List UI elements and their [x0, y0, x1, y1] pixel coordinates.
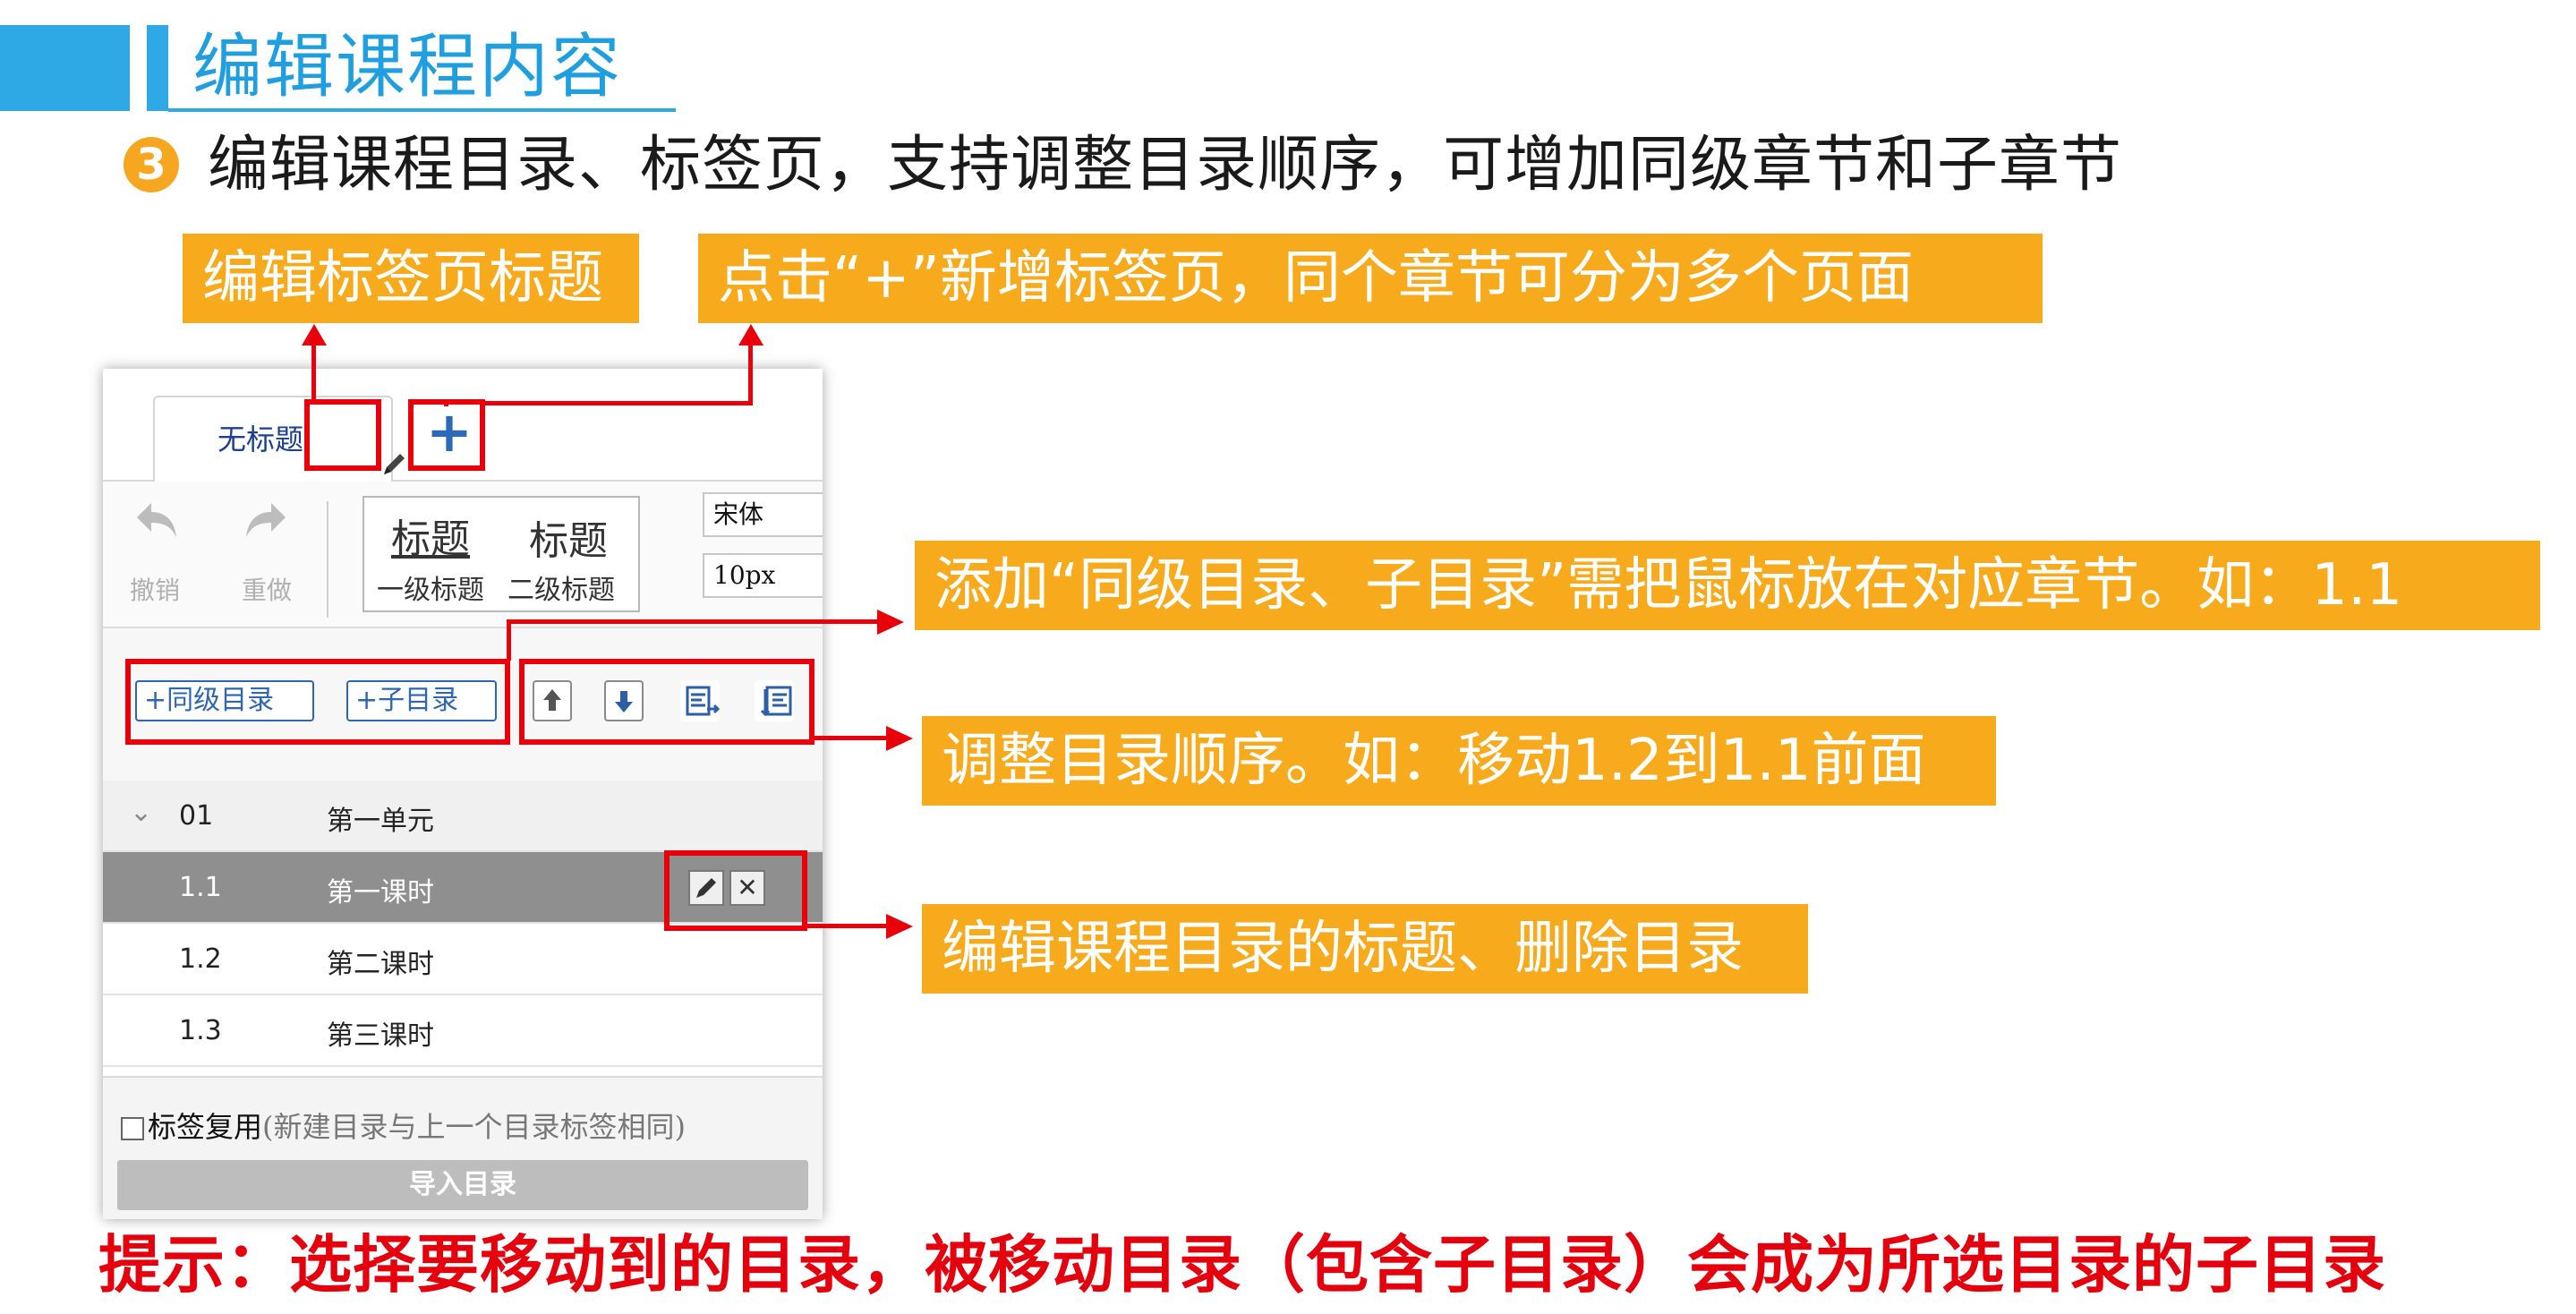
highlight-add-buttons	[125, 659, 510, 745]
row-title: 第一单元	[327, 806, 434, 837]
redo-icon[interactable]	[239, 494, 293, 560]
connector	[813, 736, 890, 740]
list-item[interactable]: 1.2 第二课时	[103, 924, 823, 995]
highlight-add-tab	[408, 399, 485, 471]
heading-style-picker: 标题 一级标题 标题 二级标题	[363, 496, 640, 612]
tip-text: 提示：选择要移动到的目录，被移动目录（包含子目录）会成为所选目录的子目录	[98, 1228, 2386, 1301]
header-accent-block	[0, 25, 130, 111]
tag-reuse-note: (新建目录与上一个目录标签相同)	[262, 1110, 686, 1144]
chevron-down-icon[interactable]: ⌄	[130, 797, 152, 828]
row-number: 1.2	[179, 943, 222, 975]
import-directory-button[interactable]: 导入目录	[117, 1160, 808, 1210]
tab-label: 无标题	[218, 422, 304, 456]
tag-reuse-label: 标签复用	[148, 1110, 263, 1144]
editor-toolbar: 撤销 重做 标题 一级标题 标题 二级标题 宋体 10px	[103, 482, 823, 628]
list-item[interactable]: 1.3 第三课时	[103, 995, 823, 1067]
connector	[806, 924, 890, 928]
list-item[interactable]: ⌄ 01 第一单元	[103, 781, 823, 852]
heading1-label[interactable]: 一级标题	[377, 567, 484, 607]
tag-reuse-checkbox[interactable]	[121, 1117, 144, 1140]
arrow-right-icon	[877, 610, 904, 635]
toolbar-divider	[327, 501, 328, 618]
course-editor-panel: 无标题 + 撤销 重做 标题 一级标题 标题 二级标题 宋体 10px +同级目…	[103, 369, 823, 1219]
row-title: 第一课时	[327, 877, 434, 909]
connector	[311, 340, 316, 403]
callout-add-tab: 点击“+”新增标签页，同个章节可分为多个页面	[698, 234, 2043, 323]
row-title: 第二课时	[327, 949, 434, 980]
undo-icon[interactable]	[130, 494, 183, 560]
connector	[483, 401, 752, 405]
redo-label[interactable]: 重做	[242, 571, 292, 607]
connector	[507, 619, 883, 624]
arrow-right-icon	[886, 726, 913, 751]
callout-add-directory: 添加“同级目录、子目录”需把鼠标放在对应章节。如：1.1	[915, 541, 2540, 630]
page-title: 编辑课程内容	[192, 27, 623, 107]
heading2-label[interactable]: 二级标题	[508, 567, 615, 607]
pencil-icon[interactable]	[379, 448, 411, 480]
arrow-up-icon	[302, 324, 327, 346]
callout-reorder: 调整目录顺序。如：移动1.2到1.1前面	[922, 716, 1996, 806]
row-number: 1.1	[179, 872, 222, 903]
tag-reuse-option[interactable]: 标签复用(新建目录与上一个目录标签相同)	[121, 1105, 686, 1146]
connector	[507, 619, 511, 661]
editor-footer: 标签复用(新建目录与上一个目录标签相同) 导入目录	[103, 1076, 823, 1219]
arrow-up-icon	[738, 324, 763, 346]
callout-edit-tab-title: 编辑标签页标题	[183, 234, 639, 323]
connector	[748, 340, 753, 405]
highlight-order-buttons	[519, 659, 815, 745]
undo-label[interactable]: 撤销	[130, 571, 180, 607]
highlight-tab-edit	[304, 399, 381, 471]
connector	[444, 399, 448, 406]
font-family-select[interactable]: 宋体	[703, 492, 823, 537]
heading1-button[interactable]: 标题	[391, 507, 470, 564]
header-underline	[168, 108, 676, 112]
row-number: 01	[179, 800, 214, 832]
heading2-button[interactable]: 标题	[529, 508, 608, 566]
step-description: 编辑课程目录、标签页，支持调整目录顺序，可增加同级章节和子章节	[208, 130, 2123, 201]
header-accent-bar	[147, 25, 168, 111]
arrow-right-icon	[886, 914, 913, 939]
row-number: 1.3	[179, 1015, 222, 1046]
step-number-badge: 3	[124, 137, 179, 192]
callout-edit-delete: 编辑课程目录的标题、删除目录	[922, 904, 1808, 994]
row-title: 第三课时	[327, 1020, 434, 1052]
font-size-select[interactable]: 10px	[703, 553, 823, 598]
highlight-row-actions	[664, 850, 807, 931]
